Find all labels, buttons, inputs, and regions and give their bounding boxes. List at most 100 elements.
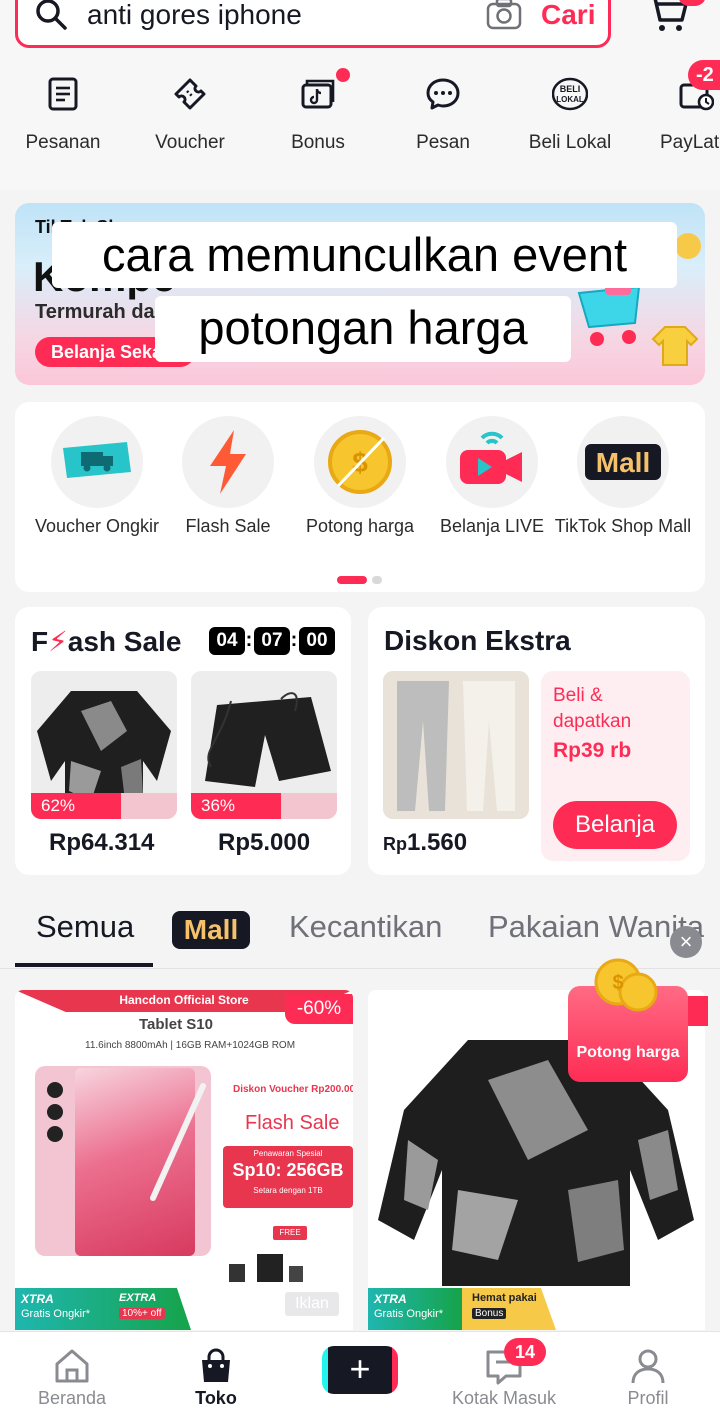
discount-badge-bar	[281, 793, 337, 819]
xtra-shipping-badge: XTRA Gratis Ongkir* Hemat pakai Bonus	[368, 1288, 556, 1330]
quick-menu-pesan[interactable]: Pesan	[381, 66, 505, 166]
tab-mall[interactable]: Mall	[172, 911, 250, 949]
flash-product-image[interactable]: 36%	[191, 671, 337, 819]
bottom-navigation: Beranda Toko + Kotak Masuk Profil	[0, 1331, 720, 1408]
inbox-badge: 14	[504, 1338, 546, 1366]
plus-icon: +	[328, 1346, 392, 1394]
coins-icon: $	[594, 958, 658, 1012]
diskon-product-image[interactable]	[383, 671, 529, 819]
nav-profil[interactable]: Profil	[576, 1332, 720, 1408]
sweater-illustration	[651, 326, 699, 366]
feature-tiktok-shop-mall[interactable]: Mall TikTok Shop Mall	[553, 416, 693, 576]
bonus-icon	[301, 79, 335, 109]
quick-menu-bonus[interactable]: Bonus	[256, 66, 380, 166]
flash-sale-card[interactable]: F⚡ash Sale 04 : 07 : 00 62% 36% Rp64.314…	[15, 607, 351, 875]
nav-toko[interactable]: Toko	[144, 1332, 288, 1408]
flash-product-image[interactable]: 62%	[31, 671, 177, 819]
diskon-promo-box: Beli & dapatkan Rp39 rb Belanja	[541, 671, 690, 861]
active-tab-indicator	[15, 963, 153, 967]
feature-icon-bg	[446, 416, 538, 508]
bonus-notification-dot	[336, 68, 350, 82]
offer-note: Setara dengan 1TB	[253, 1186, 323, 1195]
diskon-product-price: Rp1.560	[383, 829, 467, 857]
flash-sale-title: F⚡ash Sale	[31, 625, 181, 658]
video-caption-line-2: potongan harga	[155, 296, 571, 362]
feature-voucher-ongkir[interactable]: Voucher Ongkir	[27, 416, 167, 576]
feature-icon-bg	[51, 416, 143, 508]
order-icon	[48, 77, 78, 111]
timer-separator: :	[245, 629, 253, 651]
search-icon	[36, 0, 67, 30]
quick-menu-label: Pesan	[416, 132, 470, 153]
flash-product-price: Rp5.000	[218, 829, 311, 856]
quick-menu-voucher[interactable]: Voucher	[128, 66, 252, 166]
quick-menu-label: Voucher	[155, 132, 225, 153]
nav-beranda[interactable]: Beranda	[0, 1332, 144, 1408]
feature-belanja-live[interactable]: Belanja LIVE	[422, 416, 562, 576]
timer-seconds: 00	[299, 627, 335, 655]
diskon-ekstra-card[interactable]: Diskon Ekstra Rp1.560 Beli & dapatkan Rp…	[368, 607, 705, 875]
search-input[interactable]: anti gores iphone	[87, 0, 302, 31]
search-submit-button[interactable]: Cari	[541, 0, 595, 31]
xtra-label: XTRA	[374, 1292, 407, 1306]
feature-label: Potong harga	[305, 516, 415, 536]
quick-menu-label: Pesanan	[25, 132, 101, 153]
xtra-sub: Gratis Ongkir*	[374, 1308, 444, 1320]
nav-kotak-masuk[interactable]: Kotak Masuk	[432, 1332, 576, 1408]
nav-label: Profil	[627, 1388, 669, 1408]
quick-menu-pesanan[interactable]: Pesanan	[1, 66, 125, 166]
diskon-ekstra-title: Diskon Ekstra	[384, 625, 571, 656]
profile-icon	[631, 1349, 665, 1384]
discount-badge-bar	[121, 793, 177, 819]
flash-product-price: Rp64.314	[49, 829, 155, 856]
bonus-tag: Bonus	[472, 1308, 507, 1319]
belanja-button[interactable]: Belanja	[553, 801, 677, 849]
pants-image	[383, 671, 529, 819]
banner-subtitle: Termurah da	[35, 301, 155, 323]
special-offer-box: Penawaran Spesial Sp10: 256GB Setara den…	[223, 1146, 353, 1208]
flash-sale-title-prefix: F	[31, 626, 49, 657]
live-camera-icon	[460, 431, 522, 484]
paylater-badge: -2	[688, 60, 720, 90]
coin-illustration	[675, 233, 701, 259]
discount-badge: 36%	[191, 793, 281, 819]
feature-label: TikTok Shop Mall	[554, 516, 692, 536]
nav-label: Kotak Masuk	[451, 1388, 557, 1408]
timer-minutes: 07	[254, 627, 290, 655]
camera-icon[interactable]	[486, 0, 522, 31]
nav-label: Toko	[195, 1388, 237, 1408]
feature-icon-bg: Mall	[577, 416, 669, 508]
tab-semua[interactable]: Semua	[36, 909, 134, 945]
discount-badge: -60%	[285, 994, 353, 1024]
quick-menu-label: Bonus	[291, 132, 345, 153]
flash-icon	[210, 430, 246, 494]
xtra-label: XTRA	[21, 1292, 54, 1306]
feature-shortcuts: Voucher Ongkir Flash Sale $ Potong harga	[15, 402, 705, 592]
feature-potong-harga[interactable]: $ Potong harga	[290, 416, 430, 576]
svg-text:Mall: Mall	[596, 447, 650, 478]
quick-menu-beli-lokal[interactable]: BELI LOKAL Beli Lokal	[508, 66, 632, 166]
product-card-tablet[interactable]: Hancdon Official Store -60% Tablet S10 1…	[15, 990, 353, 1330]
quick-menu-label: Beli Lokal	[528, 132, 612, 153]
feature-icon-bg	[182, 416, 274, 508]
product-title: Tablet S10	[139, 1016, 213, 1033]
flash-sale-title-suffix: ash Sale	[67, 626, 182, 657]
video-caption-line-1: cara memunculkan event	[52, 222, 677, 288]
cart-icon[interactable]	[646, 0, 690, 34]
extra-label: EXTRA	[119, 1292, 157, 1304]
free-tag: FREE	[273, 1226, 307, 1240]
floating-promo-label: Potong harga	[576, 1044, 680, 1061]
tab-kecantikan[interactable]: Kecantikan	[289, 909, 442, 945]
nav-label: Beranda	[37, 1388, 107, 1408]
feature-icon-bg: $	[314, 416, 406, 508]
offer-heading: Penawaran Spesial	[253, 1149, 323, 1158]
feature-flash-sale[interactable]: Flash Sale	[158, 416, 298, 576]
xtra-sub: Gratis Ongkir*	[21, 1308, 91, 1320]
svg-text:LOKAL: LOKAL	[556, 95, 584, 104]
message-icon	[426, 78, 460, 110]
svg-text:BELI: BELI	[560, 84, 581, 94]
search-bar[interactable]: anti gores iphone Cari	[15, 0, 611, 48]
close-icon[interactable]: ×	[670, 926, 702, 958]
create-button[interactable]: +	[322, 1346, 398, 1394]
potong-harga-floating-promo[interactable]: $ Potong harga	[566, 956, 690, 1086]
